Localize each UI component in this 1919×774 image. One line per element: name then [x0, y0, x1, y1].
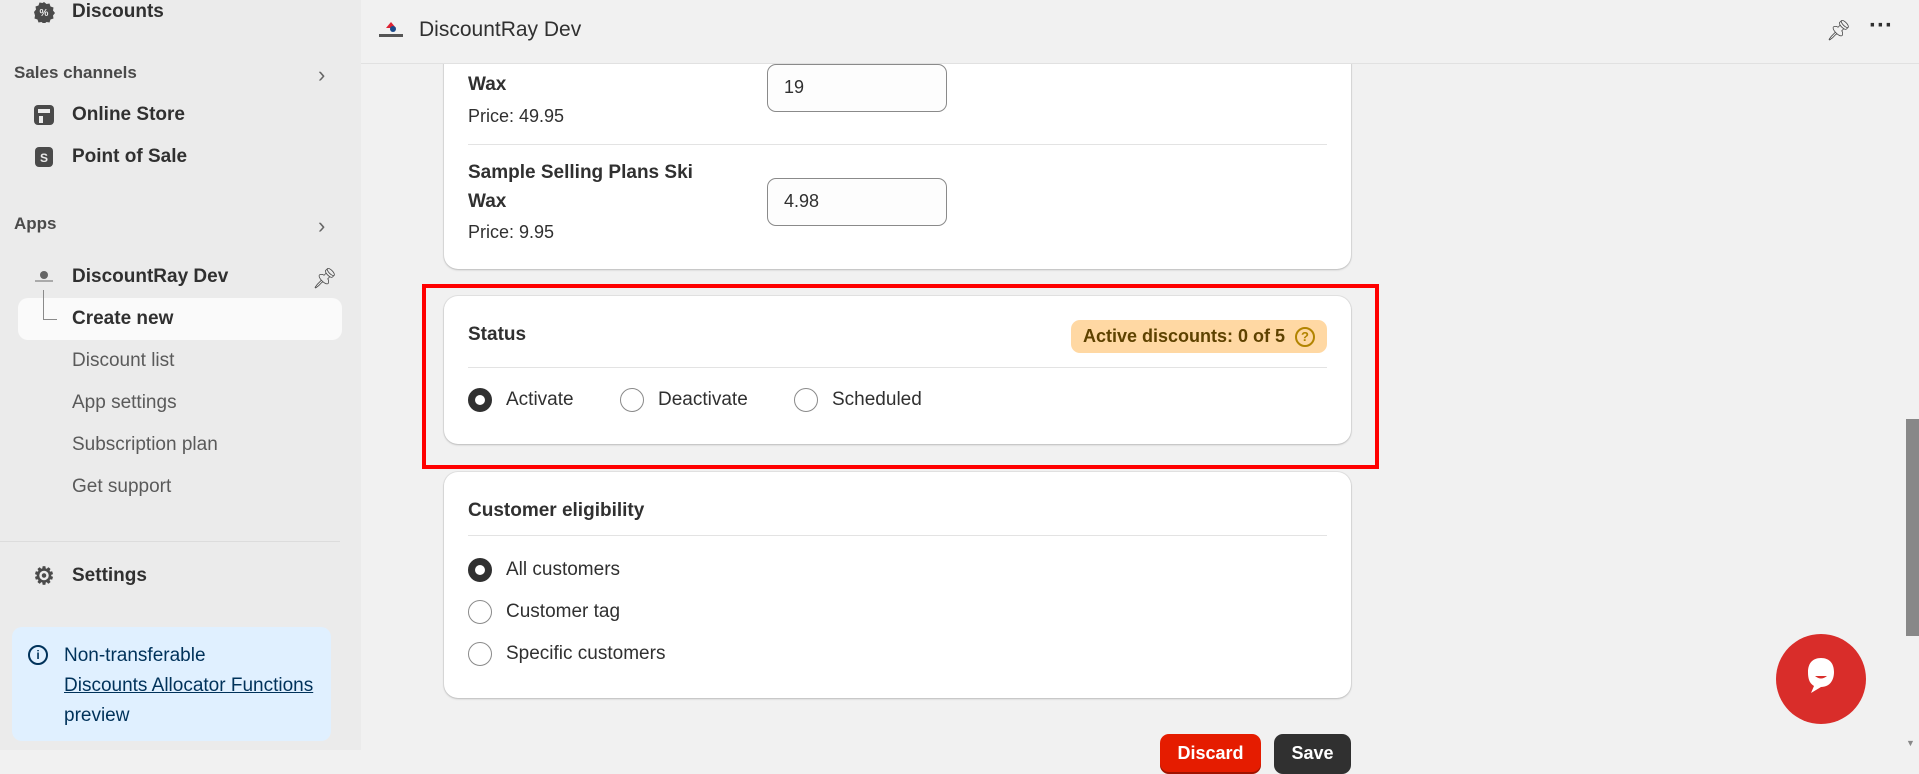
pin-icon[interactable]: 📌︎: [312, 266, 337, 291]
divider: [468, 535, 1327, 536]
radio-deactivate[interactable]: Deactivate: [620, 388, 748, 412]
product-price: Price: 49.95: [468, 106, 565, 126]
discountray-logo-icon: [378, 20, 404, 45]
badge-text: Active discounts: 0 of 5: [1082, 326, 1285, 346]
store-icon: [32, 103, 56, 127]
discount-badge-icon: %: [32, 0, 56, 24]
status-title: Status: [468, 324, 527, 345]
chevron-right-icon[interactable]: ›: [318, 62, 325, 88]
sidebar-subitem-discount-list[interactable]: Discount list: [72, 350, 174, 372]
radio-customer-tag[interactable]: Customer tag: [468, 600, 620, 624]
sidebar-item-online-store[interactable]: Online Store: [32, 103, 185, 127]
sidebar-item-create-new[interactable]: [18, 298, 342, 340]
help-icon[interactable]: ?: [1295, 327, 1315, 347]
scroll-down-arrow-icon[interactable]: ▼: [1906, 738, 1915, 748]
divider: [468, 144, 1327, 145]
gear-icon: ⚙: [33, 562, 55, 590]
sidebar-item-point-of-sale[interactable]: S Point of Sale: [32, 145, 187, 169]
sidebar-item-label: DiscountRay Dev: [72, 266, 229, 287]
radio-label: Specific customers: [506, 643, 666, 664]
sidebar-item-label: Point of Sale: [72, 146, 188, 167]
notice-text: Non-transferable: [64, 645, 206, 666]
sidebar-item-app[interactable]: DiscountRay Dev: [32, 265, 228, 289]
radio-all-customers[interactable]: All customers: [468, 558, 620, 582]
radio-label: Customer tag: [506, 601, 621, 622]
save-button[interactable]: Save: [1274, 734, 1351, 774]
chevron-right-icon[interactable]: ›: [318, 213, 325, 239]
radio-circle[interactable]: [468, 642, 492, 666]
radio-label: Activate: [506, 389, 574, 410]
radio-circle[interactable]: [794, 388, 818, 412]
chat-icon: [1808, 658, 1834, 693]
status-card: Status Active discounts: 0 of 5 ? Activa…: [444, 296, 1351, 444]
divider: [0, 541, 340, 542]
sidebar-item-label: Discounts: [72, 1, 164, 22]
sales-channels-heading: Sales channels: [14, 63, 137, 82]
radio-specific-customers[interactable]: Specific customers: [468, 642, 665, 666]
radio-label: Deactivate: [658, 389, 748, 410]
discard-button[interactable]: Discard: [1160, 734, 1261, 774]
radio-scheduled[interactable]: Scheduled: [794, 388, 922, 412]
divider: [468, 367, 1327, 368]
radio-activate[interactable]: Activate: [468, 388, 574, 412]
sidebar-item-label: Settings: [72, 565, 147, 586]
product-price-input[interactable]: 19: [767, 64, 947, 112]
sidebar-subitem-get-support[interactable]: Get support: [72, 476, 171, 498]
more-icon[interactable]: ···: [1869, 12, 1893, 40]
radio-circle[interactable]: [468, 558, 492, 582]
app-header: DiscountRay Dev 📌︎ ···: [361, 0, 1919, 64]
scrollbar-thumb[interactable]: [1906, 419, 1919, 636]
discountray-logo-icon: [32, 265, 56, 289]
product-price-input[interactable]: 4.98: [767, 178, 947, 226]
customer-eligibility-card: Customer eligibility All customers Custo…: [444, 472, 1351, 698]
product-name: Wax: [468, 74, 507, 95]
eligibility-title: Customer eligibility: [468, 500, 645, 521]
product-price: Price: 9.95: [468, 222, 555, 242]
product-name: Wax: [468, 191, 507, 212]
sidebar-item-label: Online Store: [72, 104, 185, 125]
sidebar-subitem-create-new[interactable]: Create new: [72, 308, 173, 330]
radio-circle[interactable]: [620, 388, 644, 412]
svg-text:S: S: [40, 151, 48, 165]
product-name: Sample Selling Plans Ski: [468, 162, 693, 183]
notice-link[interactable]: Discounts Allocator Functions: [64, 675, 313, 696]
pos-icon: S: [32, 145, 56, 169]
svg-text:%: %: [40, 8, 49, 19]
chat-button[interactable]: [1776, 634, 1866, 724]
radio-label: All customers: [506, 559, 621, 580]
radio-circle[interactable]: [468, 600, 492, 624]
info-icon: i: [28, 645, 48, 665]
pin-icon[interactable]: 📌︎: [1826, 18, 1851, 43]
active-discounts-badge: Active discounts: 0 of 5 ?: [1070, 320, 1327, 353]
preview-notice: i Non-transferable Discounts Allocator F…: [12, 627, 331, 741]
radio-circle[interactable]: [468, 388, 492, 412]
sidebar: % Discounts Sales channels › Online Stor…: [0, 0, 361, 750]
sidebar-subitem-subscription-plan[interactable]: Subscription plan: [72, 434, 218, 456]
sidebar-subitem-app-settings[interactable]: App settings: [72, 392, 177, 414]
tree-connector-icon: [43, 290, 57, 320]
radio-label: Scheduled: [832, 389, 922, 410]
sidebar-item-settings[interactable]: ⚙ Settings: [32, 562, 147, 590]
app-title: DiscountRay Dev: [419, 18, 582, 41]
sidebar-item-discounts[interactable]: % Discounts: [32, 0, 164, 24]
apps-heading: Apps: [14, 214, 57, 233]
notice-suffix: preview: [64, 705, 130, 726]
